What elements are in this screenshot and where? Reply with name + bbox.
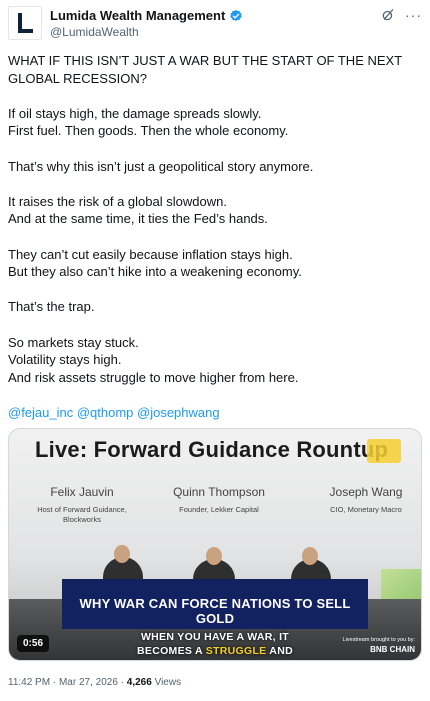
sponsor-text: Livestream brought to you by:	[342, 637, 415, 643]
video-player[interactable]: Live: Forward Guidance Rountup Felix Jau…	[8, 428, 422, 661]
header-actions: ···	[381, 8, 422, 22]
grok-icon[interactable]	[381, 8, 395, 22]
more-icon[interactable]: ···	[405, 8, 422, 22]
views-count: 4,266	[126, 677, 152, 688]
post-header: Lumida Wealth Management @LumidaWealth ·…	[8, 6, 422, 42]
caption-text: BECOMES A	[137, 645, 206, 657]
chyron-text: WHY WAR CAN FORCE NATIONS TO SELL GOLD	[79, 596, 351, 626]
post-paragraph: That’s the trap.	[8, 299, 95, 315]
speaker-role: Founder, Lekker Capital	[179, 505, 259, 514]
event-logo	[367, 439, 401, 463]
avatar[interactable]	[8, 6, 42, 40]
meta-separator: ·	[50, 677, 59, 688]
post-paragraph: That’s why this isn’t just a geopolitica…	[8, 158, 314, 174]
caption-text: AND	[266, 645, 293, 657]
speaker-name: Felix Jauvin	[50, 485, 114, 499]
speaker-card: Joseph Wang CIO, Monetary Macro	[307, 485, 421, 515]
meta-separator: ·	[117, 677, 127, 688]
video-banner-title: Live: Forward Guidance Rountup	[35, 437, 389, 462]
speaker-card: Felix Jauvin Host of Forward Guidance, B…	[23, 485, 141, 525]
post-meta: 11:42 PM · Mar 27, 2026 · 4,266 Views	[8, 677, 181, 688]
sponsor-credit: Livestream brought to you by: BNB CHAIN	[343, 637, 415, 654]
panelist-head	[114, 545, 130, 563]
post-date[interactable]: Mar 27, 2026	[59, 677, 118, 688]
panelist-head	[302, 547, 318, 565]
post-paragraph: If oil stays high, the damage spreads sl…	[8, 105, 289, 139]
post-text: WHAT IF THIS ISN’T JUST A WAR BUT THE ST…	[8, 52, 426, 421]
post-time[interactable]: 11:42 PM	[8, 677, 50, 688]
speaker-role: Host of Forward Guidance, Blockworks	[37, 505, 127, 524]
post-paragraph: WHAT IF THIS ISN’T JUST A WAR BUT THE ST…	[8, 53, 402, 86]
panelist-head	[206, 547, 222, 565]
verified-badge-icon	[230, 9, 243, 21]
caption-highlight: STRUGGLE	[205, 645, 267, 657]
post-mentions[interactable]: @fejau_inc @qthomp @josephwang	[8, 404, 426, 422]
author-handle[interactable]: @LumidaWealth	[50, 25, 139, 39]
views-label: Views	[151, 677, 182, 688]
speaker-role: CIO, Monetary Macro	[330, 505, 402, 514]
speaker-card: Quinn Thompson Founder, Lekker Capital	[159, 485, 279, 515]
speaker-name: Joseph Wang	[329, 485, 403, 499]
sponsor-brand: BNB CHAIN	[370, 645, 415, 654]
video-chyron: WHY WAR CAN FORCE NATIONS TO SELL GOLD	[62, 579, 368, 629]
avatar-logo-base	[18, 29, 33, 33]
author-name-row: Lumida Wealth Management	[50, 8, 243, 23]
post-paragraph: It raises the risk of a global slowdown.…	[8, 193, 268, 227]
video-duration-badge: 0:56	[17, 635, 50, 652]
author-name[interactable]: Lumida Wealth Management	[50, 8, 225, 23]
speaker-name: Quinn Thompson	[173, 485, 265, 499]
post-paragraph: They can’t cut easily because inflation …	[8, 246, 302, 280]
post-paragraph: So markets stay stuck. Volatility stays …	[8, 334, 299, 385]
